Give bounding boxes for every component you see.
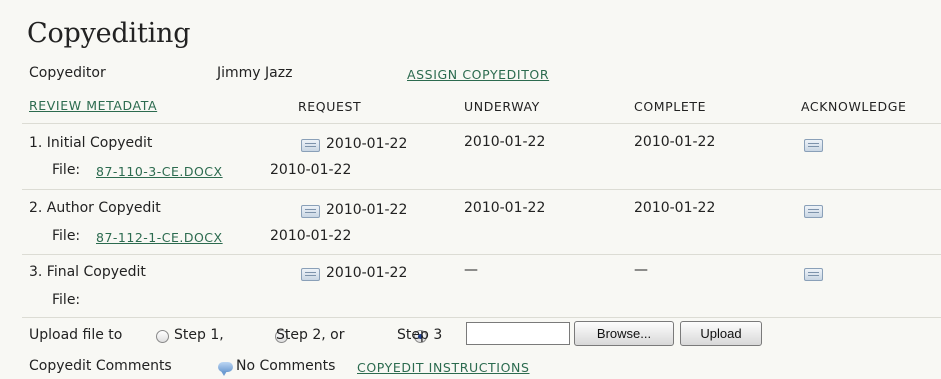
step-1-radio[interactable]	[156, 330, 169, 343]
row-divider	[22, 317, 941, 318]
step-1-label: 1. Initial Copyedit	[29, 135, 153, 151]
step-3-acknowledge-email-icon[interactable]	[804, 266, 823, 282]
email-icon[interactable]	[804, 267, 823, 281]
step-1-acknowledge-email-icon[interactable]	[804, 137, 823, 153]
section-title: Copyediting	[27, 18, 191, 49]
step-2-underway-date: 2010-01-22	[464, 200, 546, 216]
step-3-file-label: File:	[52, 292, 81, 308]
browse-button[interactable]: Browse...	[574, 321, 674, 346]
comment-icon[interactable]	[218, 362, 233, 376]
step-3-radio-label: Step 3	[397, 327, 443, 343]
step-3-label: 3. Final Copyedit	[29, 264, 146, 280]
review-metadata-link[interactable]: REVIEW METADATA	[29, 98, 157, 113]
step-3-request-date: 2010-01-22	[326, 265, 408, 281]
email-icon[interactable]	[301, 204, 320, 218]
step-3-request-email-icon[interactable]	[301, 266, 320, 282]
step-2-file-date: 2010-01-22	[270, 228, 352, 244]
copyedit-comments-label: Copyedit Comments	[29, 358, 172, 374]
step-1-file-label: File:	[52, 162, 81, 178]
upload-label: Upload file to	[29, 327, 123, 343]
copyedit-instructions-link[interactable]: COPYEDIT INSTRUCTIONS	[357, 360, 530, 375]
step-1-file-date: 2010-01-22	[270, 162, 352, 178]
complete-column-header: COMPLETE	[634, 99, 707, 114]
email-icon[interactable]	[804, 204, 823, 218]
step-1-file-link[interactable]: 87-110-3-CE.DOCX	[96, 164, 223, 179]
step-1-request-email-icon[interactable]	[301, 137, 320, 153]
assign-copyeditor-link[interactable]: ASSIGN COPYEDITOR	[407, 67, 549, 82]
row-divider	[22, 254, 941, 255]
upload-button[interactable]: Upload	[680, 321, 762, 346]
email-icon[interactable]	[301, 267, 320, 281]
comments-value: No Comments	[236, 358, 336, 374]
comments-bubble-icon[interactable]	[218, 360, 233, 376]
email-icon[interactable]	[301, 138, 320, 152]
underway-column-header: UNDERWAY	[464, 99, 540, 114]
step-3-complete-date: —	[634, 262, 648, 278]
step-2-radio-label: Step 2, or	[276, 327, 345, 343]
step-2-acknowledge-email-icon[interactable]	[804, 203, 823, 219]
file-path-input[interactable]	[466, 322, 570, 345]
step-2-label: 2. Author Copyedit	[29, 200, 161, 216]
step-2-complete-date: 2010-01-22	[634, 200, 716, 216]
row-divider	[22, 189, 941, 190]
step-1-complete-date: 2010-01-22	[634, 134, 716, 150]
email-icon[interactable]	[804, 138, 823, 152]
request-column-header: REQUEST	[298, 99, 362, 114]
step-1-underway-date: 2010-01-22	[464, 134, 546, 150]
step-2-file-link[interactable]: 87-112-1-CE.DOCX	[96, 230, 223, 245]
copyeditor-name: Jimmy Jazz	[217, 65, 293, 81]
copyeditor-label: Copyeditor	[29, 65, 106, 81]
step-2-request-email-icon[interactable]	[301, 203, 320, 219]
header-divider	[22, 123, 941, 124]
step-2-request-date: 2010-01-22	[326, 202, 408, 218]
step-1-request-date: 2010-01-22	[326, 136, 408, 152]
step-2-file-label: File:	[52, 228, 81, 244]
step-3-underway-date: —	[464, 262, 478, 278]
step-1-radio-label: Step 1,	[174, 327, 224, 343]
acknowledge-column-header: ACKNOWLEDGE	[801, 99, 907, 114]
